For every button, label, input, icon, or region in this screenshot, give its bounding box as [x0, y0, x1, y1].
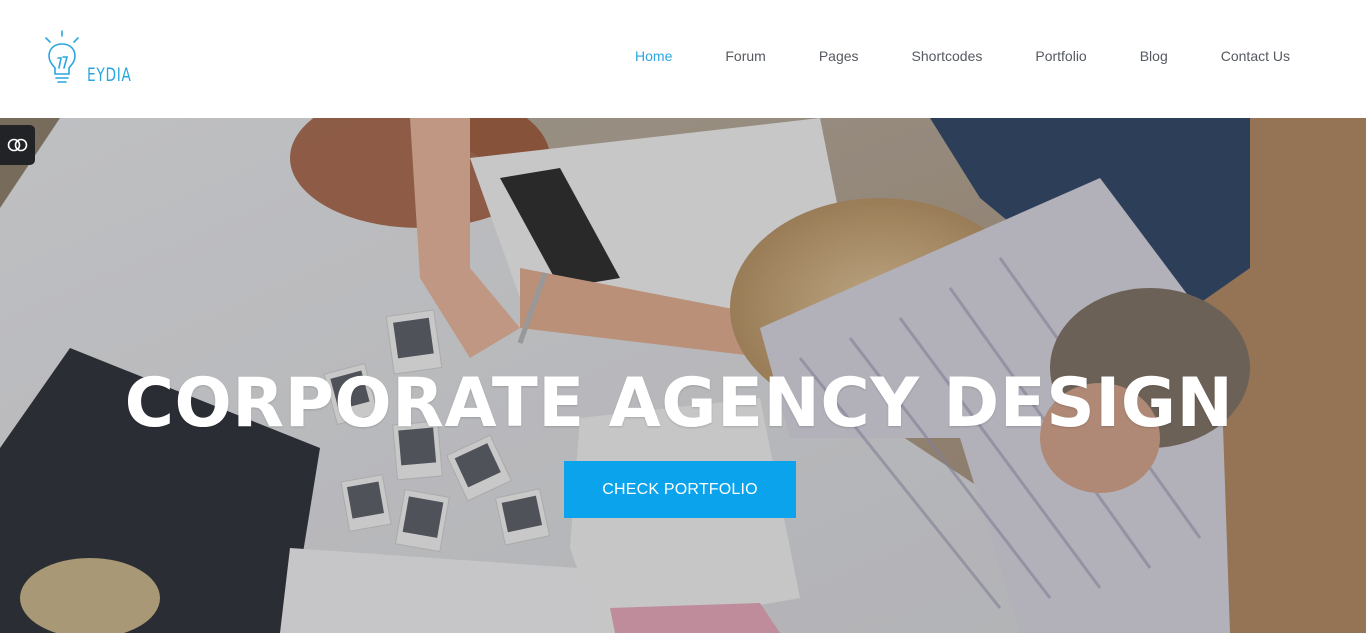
nav-item-pages[interactable]: Pages: [819, 46, 859, 66]
nav-item-portfolio[interactable]: Portfolio: [1035, 46, 1086, 66]
main-nav: Home Forum Pages Shortcodes Portfolio Bl…: [635, 46, 1290, 66]
hero-section: CORPORATE AGENCY DESIGN Check Portfolio: [0, 118, 1366, 633]
nav-item-contact-us[interactable]: Contact Us: [1221, 46, 1290, 66]
toggle-icon: [7, 138, 27, 152]
check-portfolio-button[interactable]: Check Portfolio: [564, 461, 796, 518]
site-header: EYDIA Home Forum Pages Shortcodes Portfo…: [0, 0, 1366, 118]
nav-item-blog[interactable]: Blog: [1140, 46, 1168, 66]
site-logo[interactable]: EYDIA: [43, 30, 143, 88]
nav-item-home[interactable]: Home: [635, 46, 672, 66]
nav-item-forum[interactable]: Forum: [725, 46, 765, 66]
lightbulb-icon: [45, 30, 79, 83]
logo-wordmark: EYDIA: [87, 64, 132, 86]
side-panel-toggle[interactable]: [0, 125, 35, 165]
nav-item-shortcodes[interactable]: Shortcodes: [912, 46, 983, 66]
hero-title: CORPORATE AGENCY DESIGN: [124, 364, 1234, 443]
